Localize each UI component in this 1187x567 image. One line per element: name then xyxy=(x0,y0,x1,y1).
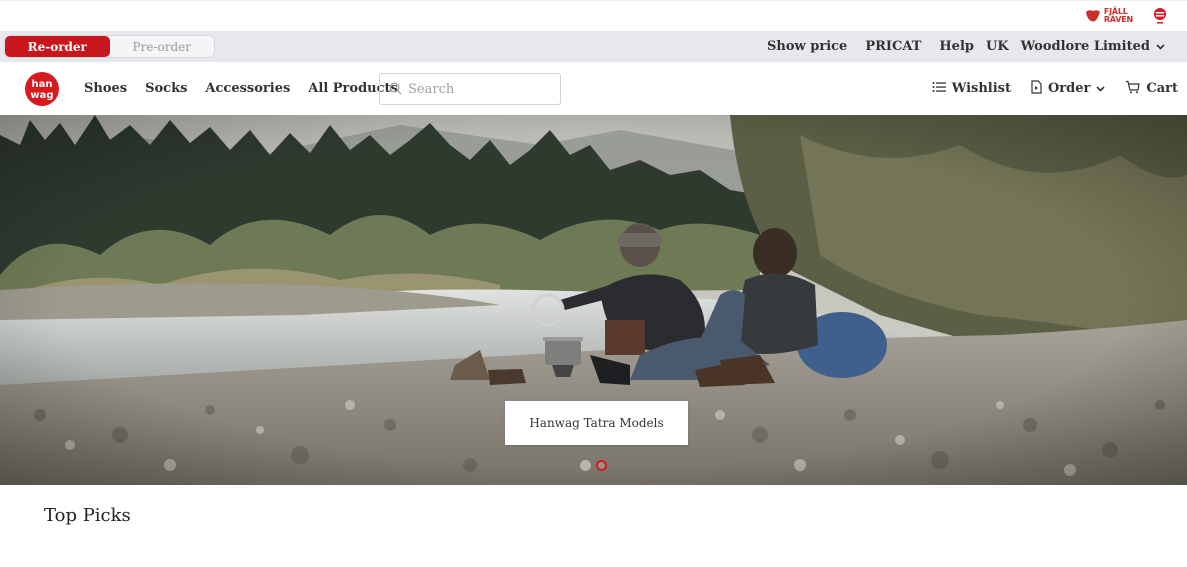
cart-link[interactable]: Cart xyxy=(1125,80,1178,98)
nav-shoes[interactable]: Shoes xyxy=(84,81,127,96)
help-link[interactable]: Help xyxy=(939,39,974,54)
account-menu[interactable]: Woodlore Limited xyxy=(1021,39,1165,54)
fjallraven-logo[interactable]: FJÄLL RÄVEN xyxy=(1085,8,1133,24)
account-name: Woodlore Limited xyxy=(1020,39,1150,54)
show-price-link[interactable]: Show price xyxy=(767,39,847,54)
brand-strip: FJÄLL RÄVEN xyxy=(0,0,1187,30)
cart-icon xyxy=(1125,80,1141,98)
wishlist-link[interactable]: Wishlist xyxy=(932,81,1011,97)
svg-text:wag: wag xyxy=(30,90,53,101)
region-selector[interactable]: UK xyxy=(986,39,1009,54)
search-icon xyxy=(389,80,402,99)
document-icon xyxy=(1031,79,1042,98)
top-picks-heading: Top Picks xyxy=(44,505,131,526)
preorder-option[interactable]: Pre-order xyxy=(110,36,215,57)
search-box[interactable] xyxy=(379,73,561,105)
chevron-down-icon xyxy=(1096,81,1105,96)
hanwag-small-logo[interactable] xyxy=(1153,7,1167,29)
nav-accessories[interactable]: Accessories xyxy=(205,81,290,96)
fjallraven-wordmark: FJÄLL RÄVEN xyxy=(1103,7,1133,24)
order-label: Order xyxy=(1047,81,1091,96)
svg-text:han: han xyxy=(32,79,53,90)
hero-caption[interactable]: Hanwag Tatra Models xyxy=(505,401,688,445)
list-icon xyxy=(932,81,946,97)
top-utility-bar: Re-order Pre-order Show price PRICAT Hel… xyxy=(0,31,1187,62)
hero-banner[interactable]: Hanwag Tatra Models xyxy=(0,115,1187,485)
carousel-indicators xyxy=(580,460,607,471)
wishlist-label: Wishlist xyxy=(951,81,1011,96)
carousel-dot-1[interactable] xyxy=(580,460,591,471)
fox-icon xyxy=(1085,10,1100,22)
order-mode-toggle[interactable]: Re-order Pre-order xyxy=(4,35,215,58)
carousel-dot-2[interactable] xyxy=(596,460,607,471)
nav-socks[interactable]: Socks xyxy=(145,81,187,96)
hanwag-logo[interactable]: han wag xyxy=(24,71,60,111)
main-navigation: han wag Shoes Socks Accessories All Prod… xyxy=(0,62,1187,115)
cart-label: Cart xyxy=(1146,81,1178,96)
chevron-down-icon xyxy=(1156,39,1165,54)
pricat-link[interactable]: PRICAT xyxy=(865,39,921,54)
order-menu[interactable]: Order xyxy=(1031,79,1105,98)
search-input[interactable] xyxy=(408,81,548,97)
reorder-option[interactable]: Re-order xyxy=(5,36,110,57)
